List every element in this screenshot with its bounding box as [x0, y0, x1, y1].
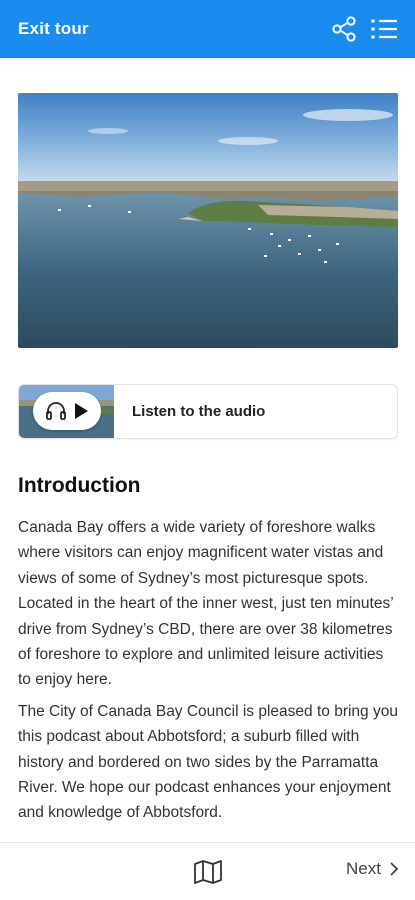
headphones-icon	[46, 402, 66, 420]
audio-player-card[interactable]: Listen to the audio	[18, 384, 398, 439]
audio-thumbnail	[19, 385, 114, 438]
paragraph-1: Canada Bay offers a wide variety of fore…	[18, 519, 394, 689]
exit-tour-button[interactable]: Exit tour	[18, 19, 89, 39]
bottom-nav-bar: Next	[0, 842, 415, 900]
play-icon	[75, 403, 88, 419]
top-app-bar: Exit tour	[0, 0, 415, 58]
chevron-right-icon	[390, 862, 399, 876]
next-label: Next	[346, 859, 381, 878]
map-icon[interactable]	[190, 854, 226, 890]
section-heading: Introduction	[18, 474, 141, 497]
list-icon[interactable]	[369, 14, 399, 44]
hero-aerial-photo	[18, 93, 398, 348]
next-button[interactable]: Next	[346, 859, 399, 879]
paragraph-2: The City of Canada Bay Council is please…	[18, 702, 398, 822]
share-icon[interactable]	[329, 14, 359, 44]
body-text: Canada Bay offers a wide variety of fore…	[18, 515, 398, 832]
audio-label: Listen to the audio	[132, 403, 266, 420]
header-actions	[329, 14, 399, 44]
audio-play-button[interactable]	[33, 392, 101, 430]
